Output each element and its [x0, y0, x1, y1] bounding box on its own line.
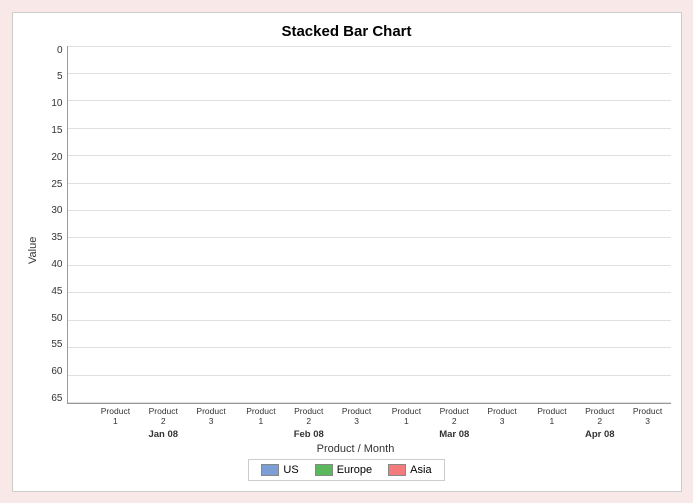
legend-label: Asia	[410, 464, 431, 476]
y-tick: 45	[41, 287, 63, 297]
chart-title: Stacked Bar Chart	[281, 23, 411, 40]
y-tick: 15	[41, 126, 63, 136]
bars-row	[68, 46, 671, 404]
x-product-label: Product3	[188, 406, 234, 426]
y-tick: 0	[41, 46, 63, 56]
legend-swatch	[261, 464, 279, 476]
bars-and-grid	[67, 46, 671, 405]
plot-area: 65605550454035302520151050	[41, 46, 671, 405]
legend: US Europe Asia	[248, 459, 444, 481]
x-product-label: Product2	[431, 406, 477, 426]
legend-label: Europe	[337, 464, 372, 476]
y-tick: 35	[41, 233, 63, 243]
y-tick: 50	[41, 314, 63, 324]
x-month-group: Product1Product2Product3 Feb 08	[238, 406, 380, 439]
x-product-label: Product3	[334, 406, 380, 426]
y-tick: 5	[41, 72, 63, 82]
legend-item: Asia	[388, 464, 431, 476]
y-tick: 25	[41, 180, 63, 190]
legend-swatch	[315, 464, 333, 476]
y-axis-label: Value	[23, 46, 41, 455]
y-tick: 40	[41, 260, 63, 270]
x-product-label: Product1	[238, 406, 284, 426]
x-product-label: Product2	[140, 406, 186, 426]
x-product-label: Product3	[625, 406, 671, 426]
y-tick: 20	[41, 153, 63, 163]
legend-item: US	[261, 464, 298, 476]
x-product-label: Product3	[479, 406, 525, 426]
legend-item: Europe	[315, 464, 372, 476]
x-month-group: Product1Product2Product3 Apr 08	[529, 406, 671, 439]
y-tick: 10	[41, 99, 63, 109]
y-tick: 55	[41, 340, 63, 350]
x-month-label: Apr 08	[585, 429, 615, 440]
y-tick: 30	[41, 206, 63, 216]
x-product-label: Product1	[93, 406, 139, 426]
x-axis-title: Product / Month	[41, 443, 671, 455]
legend-swatch	[388, 464, 406, 476]
y-ticks: 65605550454035302520151050	[41, 46, 63, 405]
x-product-label: Product2	[577, 406, 623, 426]
chart-inner: 65605550454035302520151050 Product1Produ…	[41, 46, 671, 455]
x-month-group: Product1Product2Product3 Mar 08	[384, 406, 526, 439]
x-month-label: Jan 08	[148, 429, 178, 440]
chart-area: Value 65605550454035302520151050 Product…	[23, 46, 671, 455]
x-month-label: Feb 08	[294, 429, 324, 440]
x-product-label: Product2	[286, 406, 332, 426]
x-month-group: Product1Product2Product3 Jan 08	[93, 406, 235, 439]
legend-label: US	[283, 464, 298, 476]
x-product-label: Product1	[529, 406, 575, 426]
x-labels-area: Product1Product2Product3Jan 08Product1Pr…	[41, 406, 671, 439]
x-month-label: Mar 08	[439, 429, 469, 440]
y-tick: 60	[41, 367, 63, 377]
x-product-label: Product1	[384, 406, 430, 426]
y-tick: 65	[41, 394, 63, 404]
chart-container: Stacked Bar Chart Value 6560555045403530…	[12, 12, 682, 492]
